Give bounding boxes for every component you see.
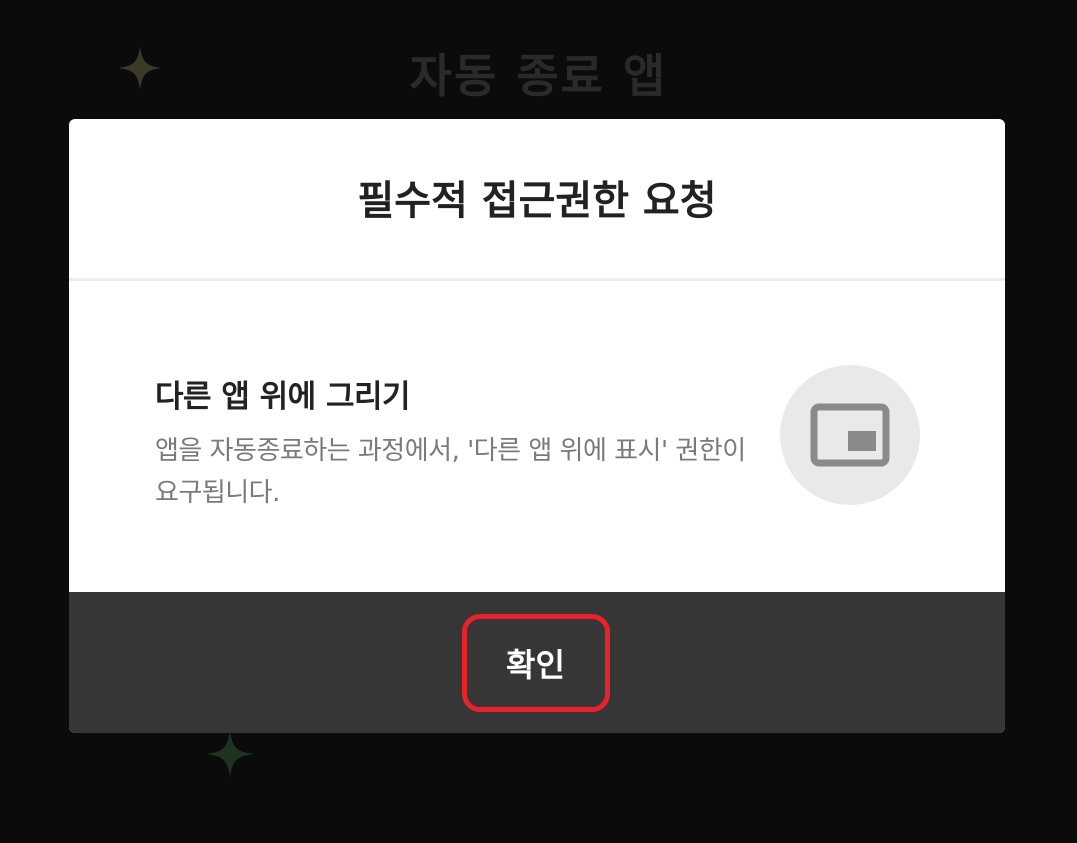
picture-in-picture-icon — [780, 365, 920, 505]
permission-description-line: 요구됩니다. — [155, 478, 280, 508]
sparkle-icon — [206, 730, 254, 778]
dialog-header: 필수적 접근권한 요청 — [69, 119, 1005, 281]
confirm-button[interactable]: 확인 — [461, 613, 610, 712]
screen: 자동 종료 앱 필수적 접근권한 요청 다른 앱 위에 그리기 앱을 자동종료하… — [0, 0, 1077, 843]
dialog-title: 필수적 접근권한 요청 — [357, 177, 717, 224]
permission-description: 앱을 자동종료하는 과정에서, '다른 앱 위에 표시' 권한이 요구됩니다. — [155, 430, 775, 514]
dialog-body: 다른 앱 위에 그리기 앱을 자동종료하는 과정에서, '다른 앱 위에 표시'… — [69, 281, 1005, 591]
permission-dialog: 필수적 접근권한 요청 다른 앱 위에 그리기 앱을 자동종료하는 과정에서, … — [69, 119, 1005, 733]
permission-title: 다른 앱 위에 그리기 — [155, 379, 411, 415]
permission-description-line: 앱을 자동종료하는 과정에서, '다른 앱 위에 표시' 권한이 — [155, 436, 746, 466]
permission-info: 다른 앱 위에 그리기 앱을 자동종료하는 과정에서, '다른 앱 위에 표시'… — [155, 371, 775, 514]
sparkle-icon — [118, 46, 162, 90]
dialog-footer: 확인 — [69, 592, 1005, 733]
